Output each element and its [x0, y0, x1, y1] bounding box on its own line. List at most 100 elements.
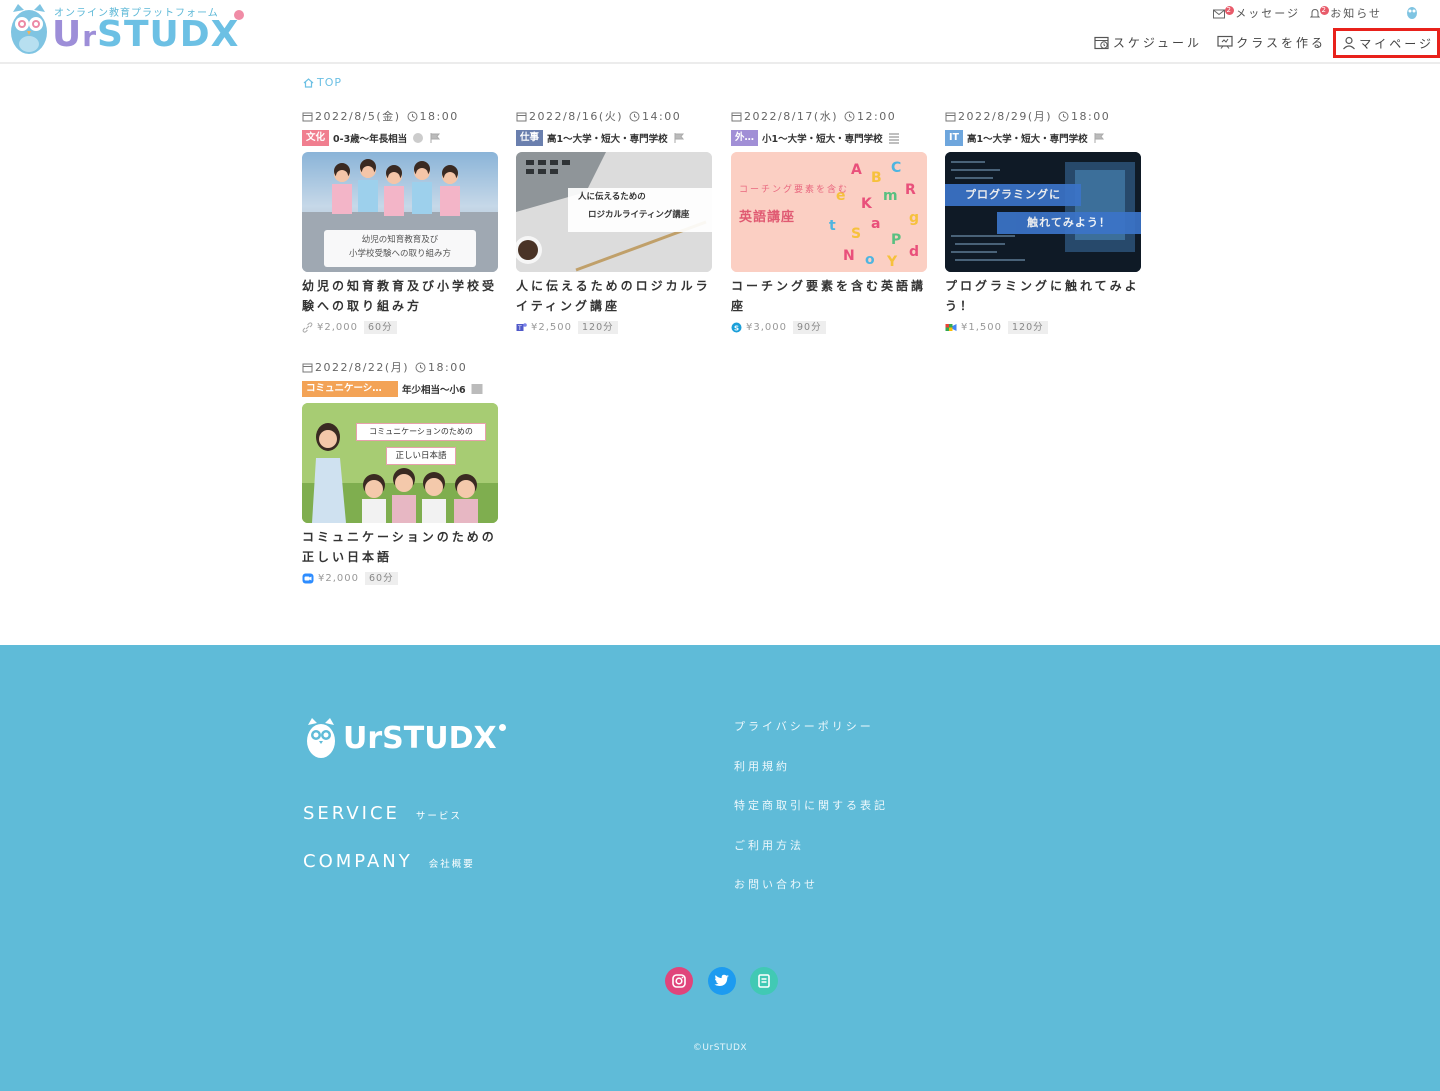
class-card[interactable]: 2022/8/22(月) 18:00 コミュニケーシ… 年少相当〜小6 コミュニ…	[302, 359, 498, 585]
thumb-caption-line2: 小学校受験への取り組み方	[348, 249, 451, 259]
card-thumbnail[interactable]: プログラミングに 触れてみよう！	[945, 152, 1141, 272]
svg-text:Y: Y	[886, 254, 898, 270]
calendar-icon	[302, 363, 313, 372]
calendar-icon	[516, 112, 527, 121]
card-date-row: 2022/8/22(月) 18:00	[302, 359, 498, 375]
footer-link-terms[interactable]: 利用規約	[734, 758, 790, 774]
site-header: オンライン教育プラットフォーム UrSTUDX 2 メッセージ 2 お知らせ ス…	[0, 0, 1440, 64]
card-duration: 60分	[365, 571, 398, 585]
footer-link-contact[interactable]: お問い合わせ	[734, 876, 818, 892]
clock-icon	[629, 111, 640, 121]
card-thumbnail[interactable]: ABC eKm RtS aPg NoYd コーチング要素を含む 英語講座	[731, 152, 927, 272]
copyright: ©UrSTUDX	[692, 1043, 748, 1053]
svg-text:K: K	[861, 196, 873, 212]
card-title[interactable]: コミュニケーションのための正しい日本語	[302, 527, 498, 567]
footer-link-how-to-use[interactable]: ご利用方法	[734, 837, 804, 853]
logo-dot	[234, 10, 244, 20]
calendar-icon	[731, 112, 742, 121]
footer-link-privacy[interactable]: プライバシーポリシー	[734, 718, 874, 734]
site-logo[interactable]: オンライン教育プラットフォーム UrSTUDX	[8, 2, 248, 58]
owl-logo-icon	[307, 718, 335, 758]
thumb-caption-line2: 触れてみよう！	[997, 212, 1141, 234]
class-card[interactable]: 2022/8/29(月) 18:00 IT 高1〜大学・短大・専門学校 プログラ…	[945, 108, 1141, 334]
class-card[interactable]: 2022/8/5(金) 18:00 文化 0-3歳〜年長相当 幼児の知育教育及び…	[302, 108, 498, 334]
card-date: 2022/8/5(金)	[315, 110, 401, 123]
svg-text:d: d	[909, 244, 919, 260]
svg-text:T: T	[517, 325, 523, 332]
category-badge: 外…	[731, 130, 759, 146]
category-badge: コミュニケーシ…	[302, 381, 398, 397]
card-price: ¥2,500	[531, 321, 572, 333]
thumb-caption: 幼児の知育教育及び 小学校受験への取り組み方	[324, 230, 476, 267]
calendar-icon	[302, 112, 313, 121]
owl-avatar-icon	[1407, 7, 1417, 19]
thumb-caption: 人に伝えるための ロジカルライティング講座	[568, 188, 712, 232]
card-thumbnail[interactable]: 人に伝えるための ロジカルライティング講座	[516, 152, 712, 272]
footer-logo[interactable]: UrSTUDX	[305, 717, 506, 759]
svg-text:a: a	[871, 216, 880, 232]
zoom-icon	[302, 573, 314, 583]
card-time: 18:00	[1071, 109, 1111, 123]
card-meta: ¥2,000 60分	[302, 571, 498, 585]
nav-schedule[interactable]: スケジュール	[1094, 30, 1202, 54]
twitter-button[interactable]	[708, 967, 736, 995]
card-date: 2022/8/22(月)	[315, 361, 409, 374]
target-age: 高1〜大学・短大・専門学校	[547, 134, 668, 145]
card-thumbnail[interactable]: コミュニケーションのための 正しい日本語	[302, 403, 498, 523]
card-tags: 外… 小1〜大学・短大・専門学校	[731, 130, 927, 146]
card-date-row: 2022/8/17(水) 12:00	[731, 108, 927, 124]
instagram-icon	[672, 974, 686, 988]
notices-link[interactable]: 2 お知らせ	[1310, 5, 1382, 21]
card-title[interactable]: コーチング要素を含む英語講座	[731, 276, 927, 316]
card-meta: T ¥2,500 120分	[516, 320, 712, 334]
svg-text:A: A	[851, 162, 862, 178]
footer-company-link[interactable]: COMPANY 会社概要	[303, 851, 475, 872]
messages-link[interactable]: 2 メッセージ	[1213, 5, 1300, 21]
card-time: 18:00	[428, 360, 468, 374]
card-title[interactable]: プログラミングに触れてみよう！	[945, 276, 1141, 316]
nav-mypage[interactable]: マイページ	[1333, 28, 1440, 58]
clock-icon	[415, 362, 426, 372]
twitter-icon	[714, 974, 729, 986]
logo-wordmark: UrSTUDX	[52, 14, 240, 55]
clock-icon	[844, 111, 855, 121]
breadcrumb[interactable]: TOP	[303, 76, 342, 89]
class-card[interactable]: 2022/8/16(火) 14:00 仕事 高1〜大学・短大・専門学校 人に伝え…	[516, 108, 712, 334]
svg-text:N: N	[843, 248, 855, 264]
card-thumbnail[interactable]: 幼児の知育教育及び 小学校受験への取り組み方	[302, 152, 498, 272]
footer-service-label: SERVICE	[303, 803, 400, 824]
flag-icon	[430, 133, 441, 143]
svg-text:C: C	[891, 160, 901, 176]
card-tags: コミュニケーシ… 年少相当〜小6	[302, 381, 498, 397]
thumb-caption-line2: ロジカルライティング講座	[588, 210, 690, 220]
thumb-caption-line1: 幼児の知育教育及び	[361, 235, 439, 245]
skype-icon: S	[731, 322, 742, 332]
footer-service-sub: サービス	[415, 811, 462, 822]
notices-badge: 2	[1320, 5, 1330, 15]
whiteboard-icon	[1217, 35, 1233, 49]
user-avatar[interactable]	[1406, 5, 1418, 19]
home-icon	[303, 77, 314, 88]
card-duration: 120分	[578, 320, 618, 334]
card-date-row: 2022/8/5(金) 18:00	[302, 108, 498, 124]
card-price: ¥1,500	[961, 321, 1002, 333]
svg-text:P: P	[891, 232, 901, 248]
instagram-button[interactable]	[665, 967, 693, 995]
nav-schedule-label: スケジュール	[1112, 35, 1202, 50]
class-card[interactable]: 2022/8/17(水) 12:00 外… 小1〜大学・短大・専門学校 ABC …	[731, 108, 927, 334]
message-icon	[1213, 9, 1226, 18]
card-title[interactable]: 人に伝えるためのロジカルライティング講座	[516, 276, 712, 316]
target-age: 0-3歳〜年長相当	[333, 134, 408, 145]
thumb-caption-line1: 人に伝えるための	[578, 192, 646, 202]
card-title[interactable]: 幼児の知育教育及び小学校受験への取り組み方	[302, 276, 498, 316]
level-icon	[413, 133, 424, 143]
footer-link-commerce-law[interactable]: 特定商取引に関する表記	[734, 797, 888, 813]
svg-text:S: S	[734, 324, 740, 332]
note-button[interactable]	[750, 967, 778, 995]
card-time: 12:00	[857, 109, 897, 123]
card-price: ¥2,000	[317, 321, 358, 333]
nav-create-class-label: クラスを作る	[1236, 35, 1326, 50]
nav-create-class[interactable]: クラスを作る	[1217, 30, 1326, 54]
note-icon	[758, 974, 770, 988]
footer-service-link[interactable]: SERVICE サービス	[303, 803, 462, 824]
